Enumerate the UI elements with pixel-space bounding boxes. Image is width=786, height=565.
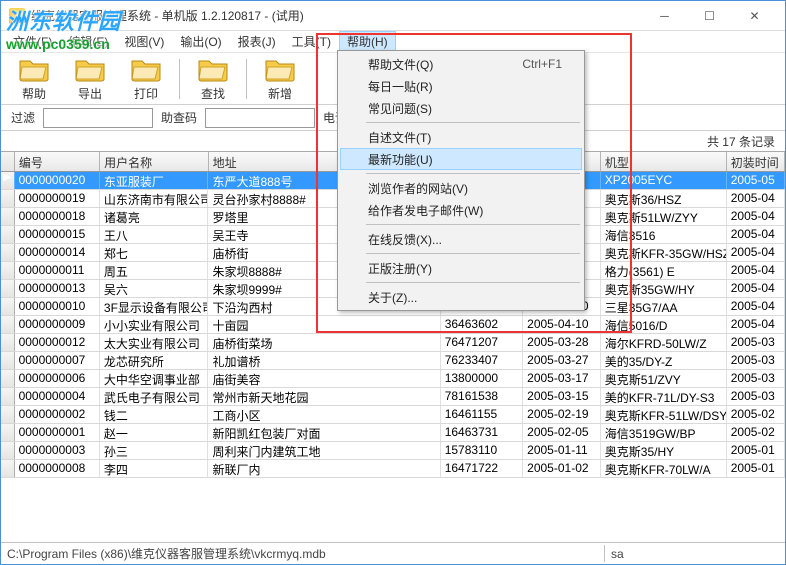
- filter-input[interactable]: [43, 108, 153, 128]
- toolbar-导出[interactable]: 导出: [63, 53, 117, 104]
- help-item[interactable]: 最新功能(U): [340, 148, 582, 170]
- table-row[interactable]: 0000000001赵一新阳凯红包装厂对面164637312005-02-05海…: [1, 424, 785, 442]
- statusbar: C:\Program Files (x86)\维克仪器客服管理系统\vkcrmy…: [1, 542, 785, 564]
- status-path: C:\Program Files (x86)\维克仪器客服管理系统\vkcrmy…: [1, 545, 605, 562]
- titlebar: 维克仪器客服管理系统 - 单机版 1.2.120817 - (试用) ─ ☐ ✕: [1, 1, 785, 31]
- menu-2[interactable]: 视图(V): [116, 31, 172, 52]
- lookup-input[interactable]: [205, 108, 315, 128]
- col-model[interactable]: 机型: [601, 152, 727, 171]
- toolbar-新增[interactable]: 新增: [253, 53, 307, 104]
- app-icon: [9, 8, 25, 24]
- help-item[interactable]: 常见问题(S): [340, 97, 582, 119]
- window-title: 维克仪器客服管理系统 - 单机版 1.2.120817 - (试用): [31, 7, 642, 24]
- help-item[interactable]: 给作者发电子邮件(W): [340, 199, 582, 221]
- menu-4[interactable]: 报表(J): [230, 31, 284, 52]
- toolbar-帮助[interactable]: 帮助: [7, 53, 61, 104]
- table-row[interactable]: 0000000009小小实业有限公司十亩园364636022005-04-10海…: [1, 316, 785, 334]
- table-row[interactable]: 0000000002钱二工商小区164611552005-02-19奥克斯KFR…: [1, 406, 785, 424]
- col-id[interactable]: 编号: [15, 152, 100, 171]
- maximize-button[interactable]: ☐: [687, 2, 732, 30]
- filter-label: 过滤: [11, 109, 35, 126]
- help-item[interactable]: 关于(Z)...: [340, 286, 582, 308]
- toolbar-打印[interactable]: 打印: [119, 53, 173, 104]
- menu-6[interactable]: 帮助(H): [339, 31, 396, 52]
- help-item[interactable]: 自述文件(T): [340, 126, 582, 148]
- col-inst[interactable]: 初装时间: [727, 152, 785, 171]
- help-item[interactable]: 在线反馈(X)...: [340, 228, 582, 250]
- col-name[interactable]: 用户名称: [100, 152, 209, 171]
- menu-0[interactable]: 文件(F): [5, 31, 60, 52]
- help-menu: 帮助文件(Q)Ctrl+F1每日一贴(R)常见问题(S) 自述文件(T)最新功能(…: [337, 50, 585, 311]
- help-item[interactable]: 每日一贴(R): [340, 75, 582, 97]
- table-row[interactable]: 0000000003孙三周利来门内建筑工地157831102005-01-11奥…: [1, 442, 785, 460]
- status-user: sa: [605, 547, 785, 561]
- help-item[interactable]: 浏览作者的网站(V): [340, 177, 582, 199]
- close-button[interactable]: ✕: [732, 2, 777, 30]
- table-row[interactable]: 0000000004武氏电子有限公司常州市新天地花园781615382005-0…: [1, 388, 785, 406]
- help-item[interactable]: 正版注册(Y): [340, 257, 582, 279]
- menu-1[interactable]: 编辑(E): [60, 31, 116, 52]
- toolbar-查找[interactable]: 查找: [186, 53, 240, 104]
- table-row[interactable]: 0000000006大中华空调事业部庙街美容138000002005-03-17…: [1, 370, 785, 388]
- help-item[interactable]: 帮助文件(Q)Ctrl+F1: [340, 53, 582, 75]
- row-marker-header: [1, 152, 15, 171]
- table-row[interactable]: 0000000012太大实业有限公司庙桥街菜场764712072005-03-2…: [1, 334, 785, 352]
- lookup-label: 助查码: [161, 109, 197, 126]
- table-row[interactable]: 0000000007龙芯研究所礼加谱桥762334072005-03-27美的3…: [1, 352, 785, 370]
- menu-5[interactable]: 工具(T): [284, 31, 339, 52]
- menu-3[interactable]: 输出(O): [172, 31, 229, 52]
- table-row[interactable]: 0000000008李四新联厂内164717222005-01-02奥克斯KFR…: [1, 460, 785, 478]
- minimize-button[interactable]: ─: [642, 2, 687, 30]
